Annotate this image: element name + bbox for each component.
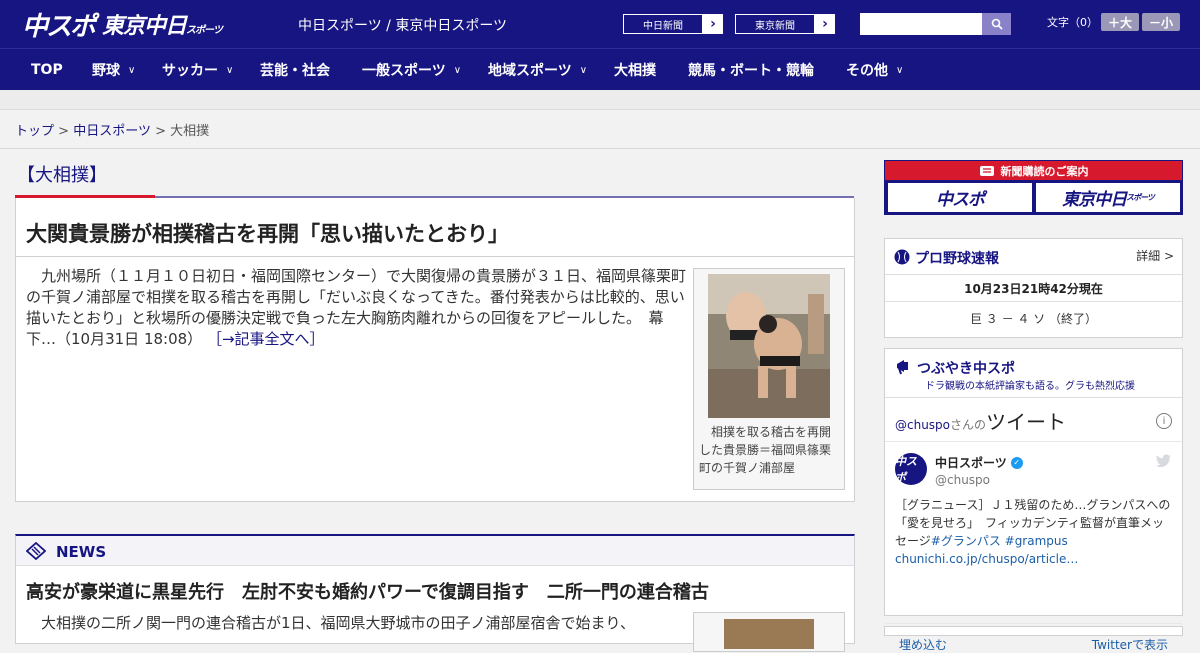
nav-baseball[interactable]: 野球 ∨ [92, 49, 135, 91]
nav-top[interactable]: TOP [31, 49, 63, 91]
header-bar: 中スポ 東京中日スポーツ 中日スポーツ / 東京中日スポーツ 中日新聞 › 東京… [0, 0, 1200, 48]
avatar[interactable]: 中スポ [895, 453, 927, 485]
twitter-bird-icon[interactable] [1156, 454, 1172, 468]
section-title: 【大相撲】 [17, 165, 107, 186]
news-icon [26, 542, 46, 560]
featured-article: 大関貴景勝が相撲稽古を再開「思い描いたとおり」 九州場所（１１月１０日初日・福岡… [15, 198, 855, 502]
tweet-account-handle[interactable]: @chuspo [935, 473, 990, 487]
chevron-right-icon: › [822, 16, 828, 32]
subscribe-tokyo-chunichi: 東京中日 スポーツ [1036, 183, 1180, 212]
breadcrumb-divider [0, 148, 1200, 149]
twitter-widget-title: つぶやき中スポ [917, 361, 1015, 377]
article-summary: 九州場所（１１月１０日初日・福岡国際センター）で大関復帰の貴景勝が３１日、福岡県… [26, 267, 687, 348]
article-headline[interactable]: 大関貴景勝が相撲稽古を再開「思い描いたとおり」 [26, 218, 509, 248]
chevron-down-icon: ∨ [128, 64, 136, 76]
news-label: NEWS [56, 543, 107, 561]
megaphone-icon [897, 360, 908, 375]
search-input[interactable] [860, 13, 982, 35]
font-smaller-button[interactable]: －小 [1142, 13, 1180, 31]
breadcrumb-current: 大相撲 [170, 124, 210, 139]
logo-chuspo: 中スポ [22, 11, 96, 42]
search-button[interactable] [982, 13, 1011, 35]
read-more-link[interactable]: ［→記事全文へ］ [207, 330, 325, 348]
font-size-label: 文字（0） [1047, 16, 1098, 29]
news-section: NEWS 高安が豪栄道に黒星先行 左肘不安も婚約パワーで復調目指す 二所一門の連… [15, 534, 855, 652]
subscribe-chuspo: 中スポ [888, 183, 1032, 212]
view-on-twitter-link[interactable]: Twitterで表示 [1092, 636, 1168, 653]
embed-link[interactable]: 埋め込む [899, 636, 947, 653]
info-icon[interactable]: i [1156, 413, 1172, 429]
timeline-header: @chuspoさんのツイート [895, 410, 1067, 434]
nav-racing[interactable]: 競馬・ボート・競輪 [688, 49, 814, 91]
newspaper-icon [979, 165, 994, 176]
article-divider [16, 256, 854, 257]
tokyo-shimbun-link[interactable]: 東京新聞 › [734, 13, 836, 35]
verified-badge-icon: ✓ [1010, 456, 1023, 469]
baseball-detail-link[interactable]: 詳細 > [1136, 247, 1174, 264]
tweet-hashtags[interactable]: #グランパス #grampus [931, 534, 1068, 548]
next-widget [884, 626, 1183, 636]
nav-other[interactable]: その他 ∨ [846, 49, 903, 91]
breadcrumb-chunichi-sports[interactable]: 中日スポーツ [73, 124, 151, 139]
baseball-icon [894, 249, 910, 265]
photo-caption: 相撲を取る稽古を再開した貴景勝＝福岡県篠栗町の千賀ノ浦部屋 [699, 425, 832, 475]
twitter-timeline: @chuspoさんのツイート i 中スポ 中日スポーツ ✓ @chuspo ［グ… [885, 398, 1182, 652]
nav-general-sports[interactable]: 一般スポーツ ∨ [362, 49, 461, 91]
news-headline[interactable]: 高安が豪栄道に黒星先行 左肘不安も婚約パワーで復調目指す 二所一門の連合稽古 [26, 578, 709, 604]
twitter-widget: つぶやき中スポ ドラ観戦の本紙評論家も語る。グラも熱烈応援 @chuspoさんの… [884, 348, 1183, 652]
subscription-banner[interactable]: 新聞購読のご案内 中スポ 東京中日 スポーツ [884, 160, 1183, 215]
tweet-account-name[interactable]: 中日スポーツ ✓ [935, 454, 1023, 471]
news-photo[interactable] [693, 612, 845, 652]
tweet-text: ［グラニュース］Ｊ１残留のため…グランパスへの「愛を見せろ」 フィッカデンティ監… [895, 498, 1171, 566]
baseball-title: プロ野球速報 [915, 251, 999, 267]
font-larger-button[interactable]: ＋大 [1101, 13, 1139, 31]
nav-entertainment[interactable]: 芸能・社会 [260, 49, 330, 91]
article-photo-box: 相撲を取る稽古を再開した貴景勝＝福岡県篠栗町の千賀ノ浦部屋 [693, 268, 845, 490]
twitter-widget-subtitle: ドラ観戦の本紙評論家も語る。グラも熱烈応援 [925, 381, 1135, 392]
chunichi-shimbun-link[interactable]: 中日新聞 › [622, 13, 724, 35]
baseball-update-time: 10月23日21時42分現在 [964, 282, 1103, 296]
site-logo[interactable]: 中スポ 東京中日スポーツ [22, 8, 223, 42]
chevron-down-icon: ∨ [226, 64, 234, 76]
sub-band [0, 90, 1200, 110]
logo-tokyo-chunichi: 東京中日スポーツ [102, 14, 223, 39]
chevron-down-icon: ∨ [579, 64, 588, 76]
site-title-link[interactable]: 中日スポーツ / 東京中日スポーツ [298, 15, 507, 35]
timeline-handle-link[interactable]: @chuspo [895, 418, 950, 432]
chevron-right-icon: › [710, 16, 716, 32]
chevron-down-icon: ∨ [896, 64, 904, 76]
baseball-game-score[interactable]: 巨 ３ － ４ ソ （終了） [885, 310, 1182, 327]
nav-regional-sports[interactable]: 地域スポーツ ∨ [488, 49, 587, 91]
news-header: NEWS [16, 536, 854, 566]
main-nav: TOP 野球 ∨ サッカー ∨ 芸能・社会 一般スポーツ ∨ 地域スポーツ ∨ 大相撲 … [0, 48, 1200, 90]
nav-soccer[interactable]: サッカー ∨ [162, 49, 233, 91]
nav-sumo[interactable]: 大相撲 [614, 49, 656, 91]
search-icon [991, 18, 1003, 30]
tweet-link[interactable]: chunichi.co.jp/chuspo/article… [895, 552, 1078, 566]
subscription-label: 新聞購読のご案内 [1000, 164, 1089, 178]
article-photo[interactable] [708, 274, 830, 418]
breadcrumb: トップ > 中日スポーツ > 大相撲 [15, 124, 210, 139]
breadcrumb-top[interactable]: トップ [15, 124, 54, 139]
baseball-scores-widget: プロ野球速報 詳細 > 10月23日21時42分現在 巨 ３ － ４ ソ （終了… [884, 238, 1183, 338]
chevron-down-icon: ∨ [453, 64, 462, 76]
